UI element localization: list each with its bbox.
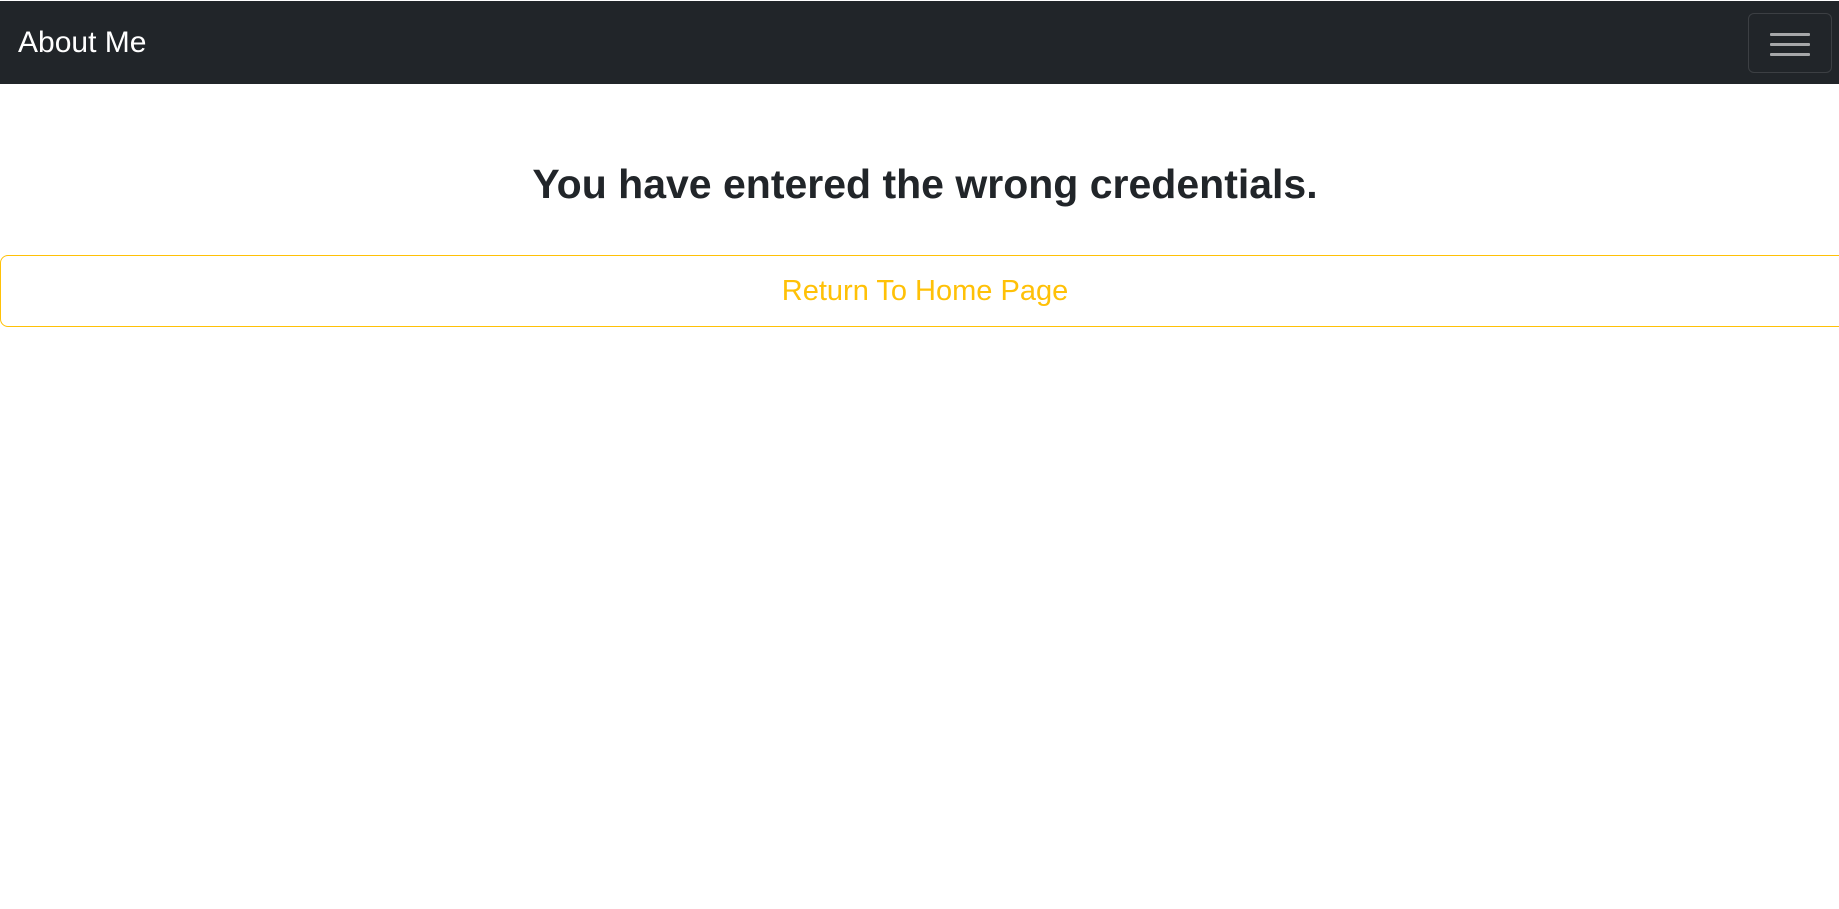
return-home-button[interactable]: Return To Home Page <box>0 255 1839 327</box>
hamburger-menu-icon <box>1770 29 1810 59</box>
navbar-brand-link[interactable]: About Me <box>18 25 146 61</box>
top-navbar: About Me <box>0 1 1839 84</box>
error-message-heading: You have entered the wrong credentials. <box>532 161 1318 207</box>
navbar-toggler-button[interactable] <box>1748 13 1832 73</box>
return-home-button-label: Return To Home Page <box>781 275 1069 307</box>
